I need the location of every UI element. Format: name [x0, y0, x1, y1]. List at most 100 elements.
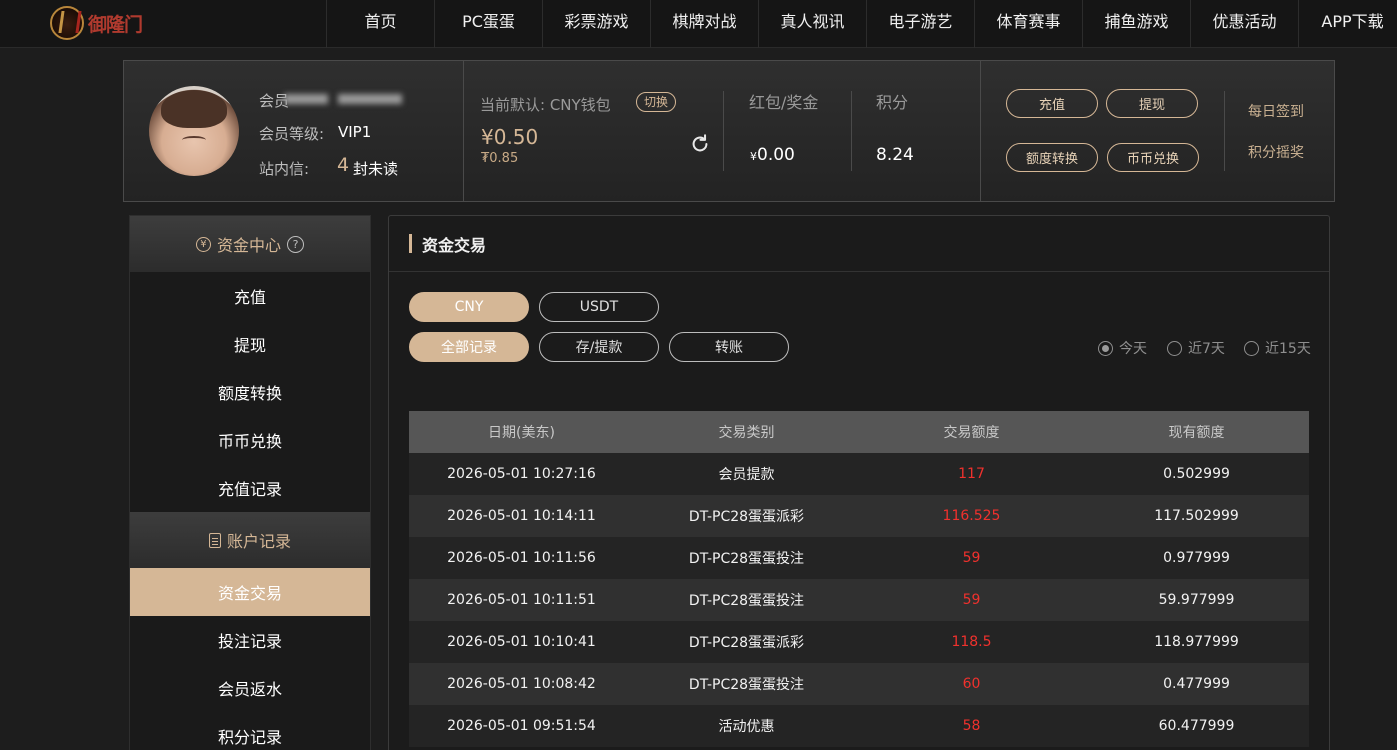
range-label: 近15天	[1265, 341, 1311, 357]
sidebar-item-withdraw[interactable]: 提现	[130, 320, 370, 368]
withdraw-button[interactable]: 提现	[1106, 89, 1198, 118]
divider	[463, 61, 464, 201]
sidebar-item-points-records[interactable]: 积分记录	[130, 712, 370, 750]
cell-amount: 117	[859, 453, 1084, 495]
nav-item-app-download[interactable]: APP下载	[1298, 0, 1397, 48]
table-row: 2026-05-01 10:27:16 会员提款 117 0.502999	[409, 453, 1309, 495]
range-7days-radio[interactable]: 近7天	[1167, 338, 1225, 358]
sidebar-item-fund-transactions[interactable]: 资金交易	[130, 568, 370, 616]
nav-item-fishing[interactable]: 捕鱼游戏	[1082, 0, 1190, 48]
cell-balance: 117.502999	[1084, 495, 1309, 537]
unread-count[interactable]: 4	[337, 154, 349, 176]
funds-center-header[interactable]: ¥ 资金中心 ?	[130, 216, 370, 272]
nav-item-sports[interactable]: 体育赛事	[974, 0, 1082, 48]
tab-all-records[interactable]: 全部记录	[409, 332, 529, 362]
nav-item-pc-dandan[interactable]: PC蛋蛋	[434, 0, 542, 48]
bonus-label: 红包/奖金	[749, 93, 819, 112]
member-name-redacted	[284, 94, 328, 104]
help-icon[interactable]: ?	[287, 235, 304, 253]
points-label: 积分	[876, 93, 909, 112]
tab-usdt[interactable]: USDT	[539, 292, 659, 322]
cell-amount: 60	[859, 663, 1084, 705]
table-row: 2026-05-01 09:51:54 活动优惠 58 60.477999	[409, 705, 1309, 747]
table-row: 2026-05-01 10:11:51 DT-PC28蛋蛋投注 59 59.97…	[409, 579, 1309, 621]
cell-balance: 60.477999	[1084, 705, 1309, 747]
divider	[1224, 91, 1225, 171]
member-level-value: VIP1	[338, 123, 372, 141]
cell-date: 2026-05-01 09:51:54	[409, 705, 634, 747]
bonus-value: ¥0.00	[750, 145, 795, 165]
cell-date: 2026-05-01 10:14:11	[409, 495, 634, 537]
cell-balance: 0.502999	[1084, 453, 1309, 495]
cell-type: 活动优惠	[634, 705, 859, 747]
unread-suffix: 封未读	[353, 160, 399, 178]
nav-item-home[interactable]: 首页	[326, 0, 434, 48]
nav-item-lottery[interactable]: 彩票游戏	[542, 0, 650, 48]
column-header-date: 日期(美东)	[409, 411, 634, 453]
cell-amount: 116.525	[859, 495, 1084, 537]
cell-amount: 59	[859, 579, 1084, 621]
divider	[980, 61, 981, 201]
sidebar-item-bet-records[interactable]: 投注记录	[130, 616, 370, 664]
member-id-redacted	[338, 94, 402, 104]
sidebar-item-recharge[interactable]: 充值	[130, 272, 370, 320]
user-info-panel: 会员 会员等级: VIP1 站内信: 4 封未读 当前默认: CNY钱包 切换 …	[123, 60, 1335, 202]
recharge-button[interactable]: 充值	[1006, 89, 1098, 118]
nav-item-promotions[interactable]: 优惠活动	[1190, 0, 1298, 48]
divider	[723, 91, 724, 171]
tab-transfer[interactable]: 转账	[669, 332, 789, 362]
tab-deposit-withdraw[interactable]: 存/提款	[539, 332, 659, 362]
points-value: 8.24	[876, 145, 914, 165]
cell-date: 2026-05-01 10:27:16	[409, 453, 634, 495]
transactions-table: 日期(美东) 交易类别 交易额度 现有额度 2026-05-01 10:27:1…	[409, 411, 1309, 747]
table-row: 2026-05-01 10:10:41 DT-PC28蛋蛋派彩 118.5 11…	[409, 621, 1309, 663]
bonus-currency: ¥	[750, 150, 757, 163]
cell-balance: 0.977999	[1084, 537, 1309, 579]
wallet-balance-usdt: ₮0.85	[481, 151, 519, 166]
range-15days-radio[interactable]: 近15天	[1244, 338, 1311, 358]
cell-type: DT-PC28蛋蛋投注	[634, 579, 859, 621]
tab-cny[interactable]: CNY	[409, 292, 529, 322]
cell-type: DT-PC28蛋蛋投注	[634, 663, 859, 705]
sidebar-item-exchange[interactable]: 币币兑换	[130, 416, 370, 464]
transfer-button[interactable]: 额度转换	[1006, 143, 1098, 172]
range-today-radio[interactable]: 今天	[1098, 338, 1147, 358]
sidebar-item-rebate[interactable]: 会员返水	[130, 664, 370, 712]
column-header-amount: 交易额度	[859, 411, 1084, 453]
table-row: 2026-05-01 10:11:56 DT-PC28蛋蛋投注 59 0.977…	[409, 537, 1309, 579]
nav-item-slots[interactable]: 电子游艺	[866, 0, 974, 48]
table-row: 2026-05-01 10:08:42 DT-PC28蛋蛋投注 60 0.477…	[409, 663, 1309, 705]
switch-wallet-button[interactable]: 切换	[636, 92, 677, 112]
member-level-label: 会员等级:	[259, 125, 325, 143]
logo-text: 御隆门	[88, 13, 143, 36]
cell-type: 会员提款	[634, 453, 859, 495]
funds-center-title: 资金中心	[216, 236, 281, 255]
main-nav: 首页 PC蛋蛋 彩票游戏 棋牌对战 真人视讯 电子游艺 体育赛事 捕鱼游戏 优惠…	[326, 0, 1397, 48]
wallet-balance: ¥0.50	[481, 125, 539, 149]
radio-dot-icon	[1167, 340, 1182, 356]
exchange-button[interactable]: 币币兑换	[1107, 143, 1199, 172]
site-logo[interactable]: 御隆门	[50, 4, 145, 42]
cell-type: DT-PC28蛋蛋派彩	[634, 621, 859, 663]
cell-balance: 0.477999	[1084, 663, 1309, 705]
range-label: 近7天	[1188, 341, 1225, 357]
sidebar-item-transfer[interactable]: 额度转换	[130, 368, 370, 416]
page-title: 资金交易	[389, 216, 1329, 272]
inbox-label: 站内信:	[259, 160, 310, 178]
table-row: 2026-05-01 10:14:11 DT-PC28蛋蛋派彩 116.525 …	[409, 495, 1309, 537]
points-lottery-link[interactable]: 积分摇奖	[1248, 142, 1304, 162]
cell-balance: 59.977999	[1084, 579, 1309, 621]
cell-balance: 118.977999	[1084, 621, 1309, 663]
account-records-header[interactable]: 账户记录	[130, 512, 370, 568]
cell-date: 2026-05-01 10:10:41	[409, 621, 634, 663]
refresh-icon[interactable]	[689, 133, 711, 155]
daily-checkin-link[interactable]: 每日签到	[1248, 101, 1304, 121]
fund-transactions-panel: 资金交易 CNY USDT 全部记录 存/提款 转账 今天 近7天 近15天 日…	[388, 215, 1330, 750]
nav-item-chess-cards[interactable]: 棋牌对战	[650, 0, 758, 48]
avatar[interactable]	[149, 86, 239, 176]
cell-date: 2026-05-01 10:08:42	[409, 663, 634, 705]
nav-item-live-casino[interactable]: 真人视讯	[758, 0, 866, 48]
sidebar-item-recharge-history[interactable]: 充值记录	[130, 464, 370, 512]
column-header-balance: 现有额度	[1084, 411, 1309, 453]
cell-amount: 118.5	[859, 621, 1084, 663]
